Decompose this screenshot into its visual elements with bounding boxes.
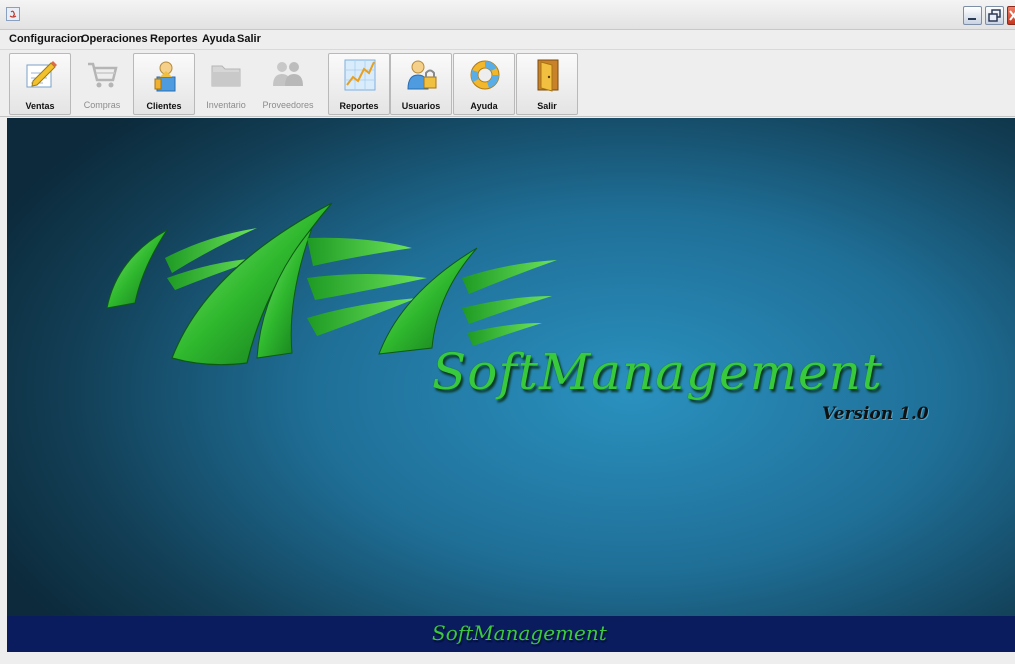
lifebuoy-icon xyxy=(470,60,500,90)
menu-bar: Configuracion Operaciones Reportes Ayuda… xyxy=(0,30,1015,49)
suppliers-group-icon xyxy=(273,62,303,86)
salir-label: Salir xyxy=(537,101,557,111)
menu-operaciones[interactable]: Operaciones xyxy=(81,33,148,45)
clientes-label: Clientes xyxy=(146,101,182,111)
splash-banner: SoftManagement Version 1.0 xyxy=(7,118,1015,616)
usuarios-button[interactable]: Usuarios xyxy=(390,53,452,115)
proveedores-button[interactable]: Proveedores xyxy=(257,53,319,115)
exit-door-icon xyxy=(537,59,559,92)
reportes-label: Reportes xyxy=(339,101,379,111)
ventas-label: Ventas xyxy=(25,101,55,111)
salir-button[interactable]: Salir xyxy=(516,53,578,115)
reportes-button[interactable]: Reportes xyxy=(328,53,390,115)
footer-band: SoftManagement xyxy=(7,616,1015,652)
brand-title: SoftManagement xyxy=(432,343,883,401)
ayuda-button[interactable]: Ayuda xyxy=(453,53,515,115)
folder-icon xyxy=(211,65,241,87)
user-lock-icon xyxy=(407,60,437,90)
application-window: Configuracion Operaciones Reportes Ayuda… xyxy=(0,0,1015,664)
version-label: Version 1.0 xyxy=(822,404,929,424)
java-app-icon xyxy=(6,7,20,21)
usuarios-label: Usuarios xyxy=(401,101,441,111)
compras-label: Compras xyxy=(83,100,121,110)
menu-reportes[interactable]: Reportes xyxy=(150,33,198,45)
proveedores-label: Proveedores xyxy=(262,100,314,110)
minimize-icon xyxy=(968,18,976,20)
report-chart-icon xyxy=(344,59,376,91)
compras-button[interactable]: Compras xyxy=(71,53,133,115)
pencil-document-icon xyxy=(26,61,57,88)
clientes-button[interactable]: Clientes xyxy=(133,53,195,115)
inventario-button[interactable]: Inventario xyxy=(195,53,257,115)
close-button[interactable] xyxy=(1007,6,1015,25)
title-bar[interactable] xyxy=(0,0,1015,30)
menu-salir[interactable]: Salir xyxy=(237,33,261,45)
menu-ayuda[interactable]: Ayuda xyxy=(202,33,235,45)
toolbar: Ventas Compras Clientes Inventario Prove… xyxy=(0,49,1015,117)
menu-configuracion[interactable]: Configuracion xyxy=(9,33,84,45)
footer-brand-title: SoftManagement xyxy=(432,621,607,645)
inventario-label: Inventario xyxy=(206,100,246,110)
restore-button[interactable] xyxy=(985,6,1004,25)
client-person-icon xyxy=(154,61,176,92)
restore-icon xyxy=(988,9,1001,22)
ayuda-label: Ayuda xyxy=(470,101,498,111)
shopping-cart-icon xyxy=(88,62,118,88)
ventas-button[interactable]: Ventas xyxy=(9,53,71,115)
minimize-button[interactable] xyxy=(963,6,982,25)
close-icon xyxy=(1009,10,1015,21)
